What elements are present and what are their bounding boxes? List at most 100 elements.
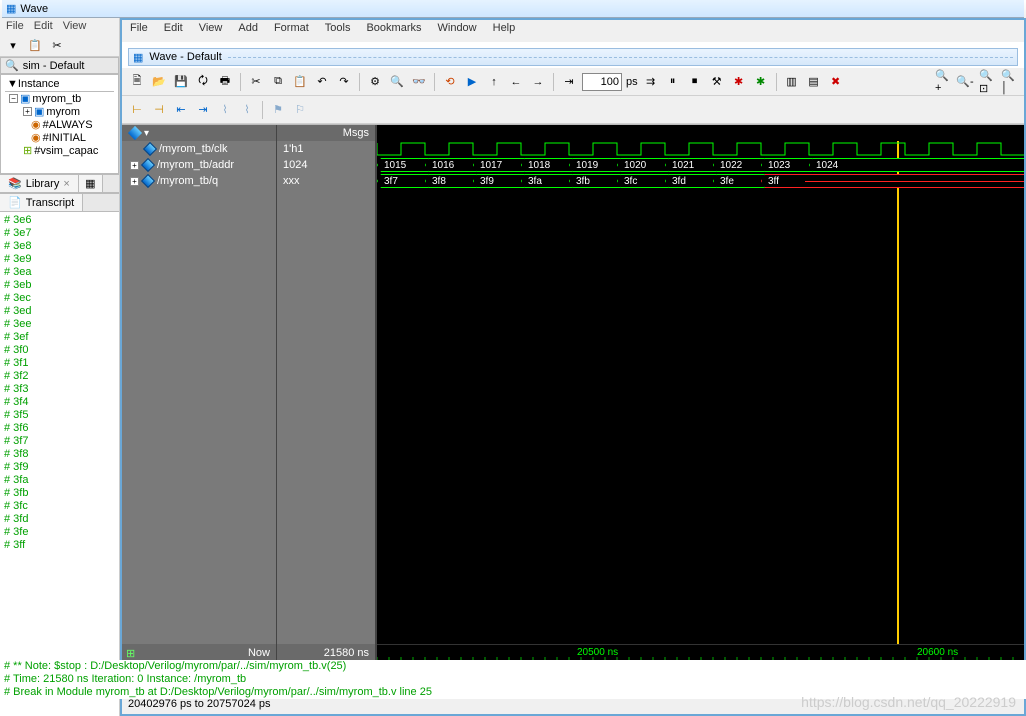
signal-value: 1'h1 bbox=[277, 141, 375, 157]
collapse-icon[interactable]: − bbox=[9, 94, 18, 103]
restart-icon[interactable]: ⟲ bbox=[441, 73, 459, 91]
paste-icon[interactable]: 📋 bbox=[291, 73, 309, 91]
signal-names[interactable]: ▾ /myrom_tb/clk+/myrom_tb/addr+/myrom_tb… bbox=[122, 125, 277, 696]
wave-icon[interactable]: ✱ bbox=[752, 73, 770, 91]
edge-icon[interactable]: ⌇ bbox=[238, 101, 256, 119]
edge-prev-icon[interactable]: ⇤ bbox=[172, 101, 190, 119]
config-icon[interactable]: ⚒ bbox=[708, 73, 726, 91]
gear-icon[interactable]: ⚙ bbox=[366, 73, 384, 91]
menu-window[interactable]: Window bbox=[438, 22, 477, 40]
instance-tree[interactable]: ▼Instance − ▣ myrom_tb + ▣ myrom ◉ #ALWA… bbox=[0, 74, 119, 174]
zoom-in-icon[interactable]: 🔍+ bbox=[934, 73, 952, 91]
menu-edit[interactable]: Edit bbox=[34, 20, 53, 32]
tree-item[interactable]: ⊞ #vsim_capac bbox=[5, 144, 114, 157]
save-icon[interactable]: 💾 bbox=[172, 73, 190, 91]
step-back-icon[interactable]: ← bbox=[507, 73, 525, 91]
run-length-icon[interactable]: ⇥ bbox=[560, 73, 578, 91]
bookmark-icon[interactable]: ⚑ bbox=[269, 101, 287, 119]
step-fwd-icon[interactable]: → bbox=[529, 73, 547, 91]
menu-format[interactable]: Format bbox=[274, 22, 309, 40]
tree-root[interactable]: − ▣ myrom_tb bbox=[5, 92, 114, 105]
search-icon[interactable]: 👓 bbox=[410, 73, 428, 91]
diamond-icon[interactable] bbox=[128, 126, 142, 140]
close-icon[interactable]: ✖ bbox=[827, 73, 845, 91]
layout-icon[interactable]: ▤ bbox=[805, 73, 823, 91]
zoom-full-icon[interactable]: 🔍⊡ bbox=[978, 73, 996, 91]
edge-icon[interactable]: ⌇ bbox=[216, 101, 234, 119]
bus-segment: 1016 bbox=[425, 158, 477, 172]
copy-icon[interactable]: ⧉ bbox=[269, 73, 287, 91]
menu-file[interactable]: File bbox=[6, 20, 24, 32]
menu-view[interactable]: View bbox=[63, 20, 87, 32]
tree-item[interactable]: + ▣ myrom bbox=[5, 105, 114, 118]
up-icon[interactable]: ↑ bbox=[485, 73, 503, 91]
sim-panel-title[interactable]: 🔍 sim - Default bbox=[0, 57, 119, 74]
edge-next-icon[interactable]: ⇥ bbox=[194, 101, 212, 119]
open-icon[interactable]: 📂 bbox=[150, 73, 168, 91]
cut-icon[interactable]: ✂ bbox=[247, 73, 265, 91]
menu-view[interactable]: View bbox=[199, 22, 223, 40]
expand-icon[interactable]: + bbox=[130, 161, 139, 170]
transcript[interactable]: # 3e6# 3e7# 3e8# 3e9# 3ea# 3eb# 3ec# 3ed… bbox=[0, 212, 119, 716]
signal-name: /myrom_tb/q bbox=[157, 175, 218, 187]
transcript-line: # 3fa bbox=[4, 474, 115, 487]
break-icon[interactable]: ⏸ bbox=[664, 73, 682, 91]
menu-help[interactable]: Help bbox=[493, 22, 516, 40]
cursor-line[interactable] bbox=[897, 141, 899, 644]
close-icon[interactable]: × bbox=[63, 178, 69, 190]
names-hdr[interactable]: ▾ bbox=[122, 125, 276, 141]
sim-panel-label: sim - Default bbox=[23, 60, 85, 72]
expand-icon[interactable]: + bbox=[23, 107, 32, 116]
transcript-line: # Time: 21580 ns Iteration: 0 Instance: … bbox=[4, 673, 1022, 686]
menu-add[interactable]: Add bbox=[238, 22, 258, 40]
capacity-icon: ⊞ bbox=[23, 144, 32, 157]
library-tab[interactable]: 📚 Library × bbox=[0, 175, 79, 192]
redo-icon[interactable]: ↷ bbox=[335, 73, 353, 91]
wave-sub-header[interactable]: ▦ Wave - Default bbox=[128, 48, 1018, 66]
stop-icon[interactable]: ⏹ bbox=[686, 73, 704, 91]
find-icon[interactable]: 🔍 bbox=[388, 73, 406, 91]
add-icon[interactable]: ⊞ bbox=[126, 647, 135, 660]
time-input[interactable]: 100 bbox=[582, 73, 622, 91]
bus-segment: 3f7 bbox=[377, 174, 429, 188]
signal-row[interactable]: /myrom_tb/clk bbox=[122, 141, 276, 157]
menu-edit[interactable]: Edit bbox=[164, 22, 183, 40]
signal-value: xxx bbox=[277, 173, 375, 189]
signal-row[interactable]: +/myrom_tb/addr bbox=[122, 157, 276, 173]
wave-titlebar[interactable]: ▦ Wave bbox=[2, 0, 1024, 18]
signal-values[interactable]: Msgs 1'h11024xxx 21580 ns 20622.249 ns ◄… bbox=[277, 125, 377, 696]
transcript-line: # 3e7 bbox=[4, 227, 115, 240]
run-all-icon[interactable]: ⇉ bbox=[642, 73, 660, 91]
cut-icon[interactable]: ✂ bbox=[48, 36, 66, 54]
new-icon[interactable]: 🗎 bbox=[128, 73, 146, 91]
cursor-icon[interactable]: ⊣ bbox=[150, 101, 168, 119]
zoom-out-icon[interactable]: 🔍- bbox=[956, 73, 974, 91]
new-icon[interactable]: ▾ bbox=[4, 36, 22, 54]
instance-col-hdr[interactable]: ▼Instance bbox=[5, 77, 114, 92]
tree-item[interactable]: ◉ #ALWAYS bbox=[5, 118, 114, 131]
expand-icon[interactable]: + bbox=[130, 177, 139, 186]
print-icon[interactable]: 🖶 bbox=[216, 73, 234, 91]
menu-tools[interactable]: Tools bbox=[325, 22, 351, 40]
reload-icon[interactable]: 🗘 bbox=[194, 73, 212, 91]
left-toolbar: ▾ 📋 ✂ bbox=[0, 34, 119, 57]
bus-segment: 3fd bbox=[665, 174, 717, 188]
menu-bookmarks[interactable]: Bookmarks bbox=[366, 22, 421, 40]
transcript-line: # 3f6 bbox=[4, 422, 115, 435]
tree-item[interactable]: ◉ #INITIAL bbox=[5, 131, 114, 144]
signal-row[interactable]: + /myrom_tb/q bbox=[122, 173, 276, 189]
paste-icon[interactable]: 📋 bbox=[26, 36, 44, 54]
wave-canvas[interactable]: 20622.249 ns 101510161017101810191020102… bbox=[377, 125, 1024, 696]
menu-file[interactable]: File bbox=[130, 22, 148, 40]
zoom-cursor-icon[interactable]: 🔍│ bbox=[1000, 73, 1018, 91]
bookmark-icon[interactable]: ⚐ bbox=[291, 101, 309, 119]
module-icon: ▣ bbox=[34, 105, 44, 118]
wave-icon[interactable]: ✱ bbox=[730, 73, 748, 91]
cursor-icon[interactable]: ⊢ bbox=[128, 101, 146, 119]
more-tab[interactable]: ▦ bbox=[79, 175, 103, 192]
layout-icon[interactable]: ▥ bbox=[783, 73, 801, 91]
bus-segment: 1023 bbox=[761, 158, 813, 172]
undo-icon[interactable]: ↶ bbox=[313, 73, 331, 91]
transcript-tab[interactable]: 📄 Transcript bbox=[0, 194, 83, 211]
run-icon[interactable]: ▶ bbox=[463, 73, 481, 91]
